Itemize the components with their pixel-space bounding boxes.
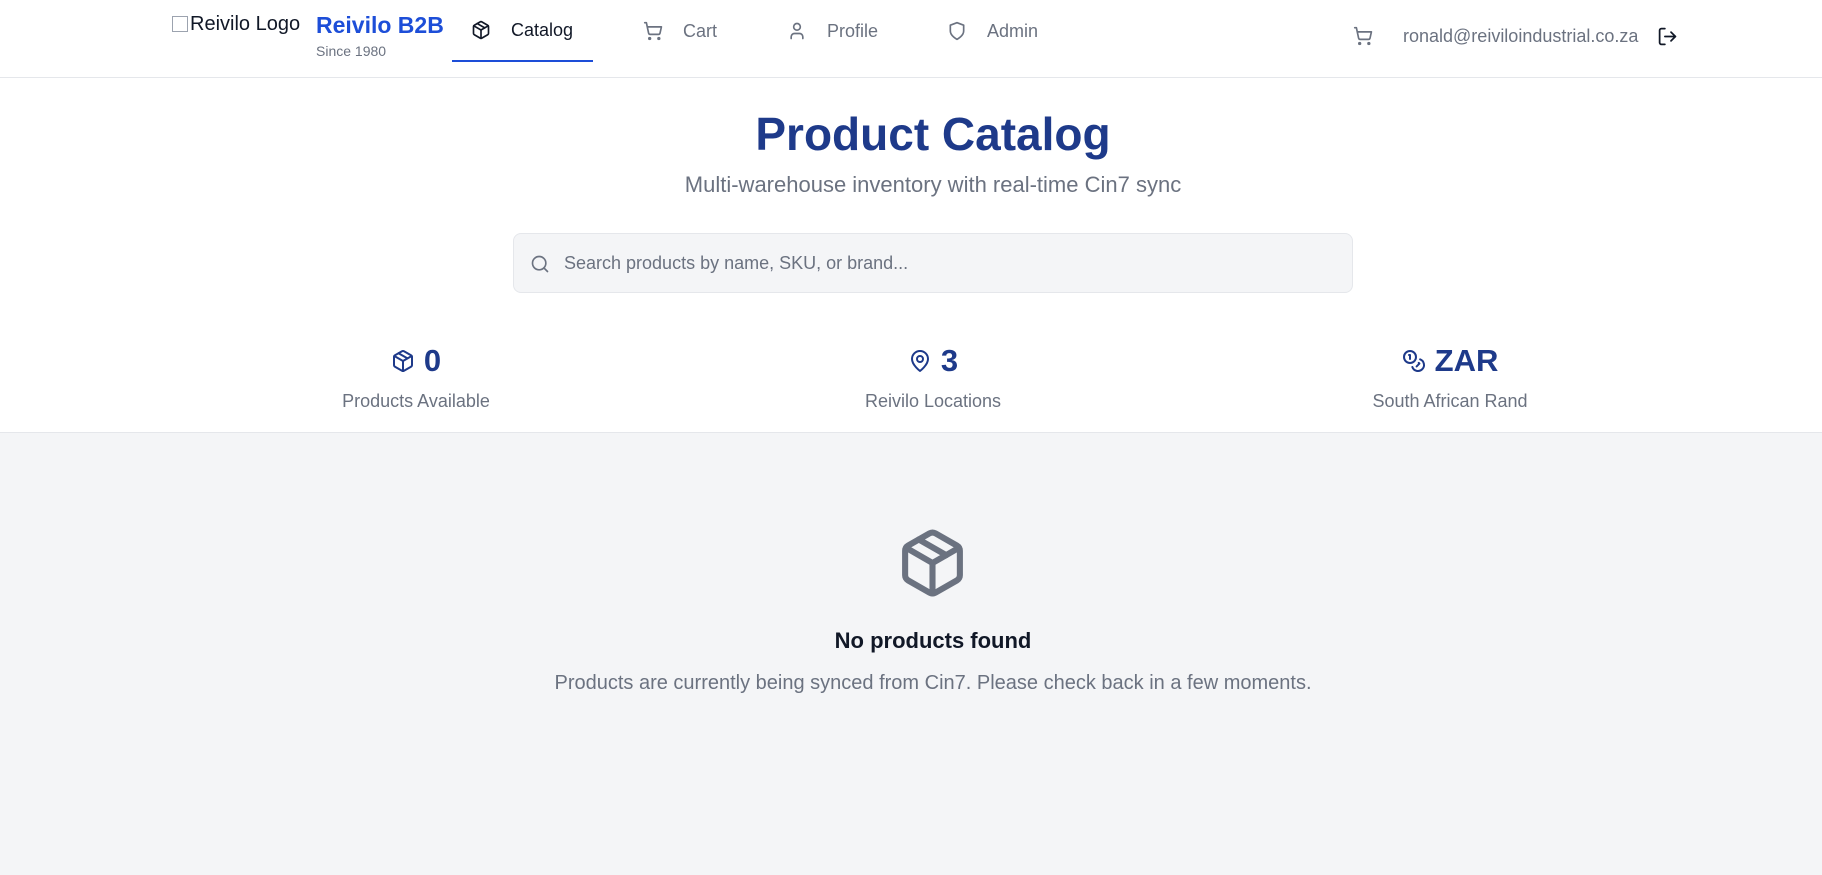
- brand-tagline: Since 1980: [316, 43, 387, 59]
- user-email: ronald@reiviloindustrial.co.za: [1403, 26, 1639, 46]
- search-box: [513, 233, 1353, 293]
- nav-admin[interactable]: Admin: [947, 0, 1038, 62]
- nav-catalog-label: Catalog: [511, 19, 574, 40]
- stat-label: South African Rand: [1372, 391, 1528, 411]
- stat-currency: ZAR South African Rand: [1250, 341, 1650, 412]
- nav-catalog[interactable]: Catalog: [452, 0, 593, 62]
- nav-profile[interactable]: Profile: [787, 0, 878, 62]
- page-subtitle: Multi-warehouse inventory with real-time…: [684, 172, 1182, 197]
- logo-image[interactable]: Reivilo Logo: [172, 13, 300, 36]
- stat-value: ZAR: [1434, 343, 1499, 378]
- stat-label: Reivilo Locations: [864, 391, 1002, 411]
- stat-value: 0: [423, 343, 442, 378]
- logout-icon[interactable]: [1657, 26, 1678, 47]
- top-nav-bar: Reivilo Logo Reivilo B2B Since 1980 Cata…: [0, 0, 1822, 78]
- page-title: Product Catalog: [755, 108, 1111, 160]
- map-pin-icon: [910, 350, 929, 372]
- package-icon: [392, 350, 413, 372]
- stat-label: Products Available: [342, 391, 490, 411]
- user-icon: [790, 22, 804, 40]
- empty-state-message: Products are currently being synced from…: [554, 672, 1312, 694]
- catalog-hero: Product Catalog Multi-warehouse inventor…: [0, 78, 1822, 433]
- stat-products-available: 0 Products Available: [216, 341, 616, 412]
- stat-value: 3: [940, 343, 959, 378]
- search-icon: [531, 255, 549, 273]
- brand-name[interactable]: Reivilo B2B: [316, 12, 444, 39]
- broken-image-icon: [172, 16, 188, 32]
- shield-icon: [949, 21, 965, 41]
- header-cart-icon[interactable]: [1353, 26, 1373, 46]
- stat-locations: 3 Reivilo Locations: [733, 341, 1133, 412]
- cart-icon: [643, 21, 663, 41]
- empty-state-title: No products found: [834, 628, 1032, 653]
- package-icon: [472, 20, 490, 40]
- empty-package-icon: [902, 529, 963, 597]
- coins-icon: [1402, 350, 1425, 372]
- nav-admin-label: Admin: [987, 20, 1039, 41]
- nav-profile-label: Profile: [827, 20, 879, 41]
- nav-cart[interactable]: Cart: [643, 0, 717, 62]
- nav-cart-label: Cart: [683, 20, 718, 41]
- logo-alt-text: Reivilo Logo: [190, 13, 301, 35]
- search-input[interactable]: [564, 234, 1334, 292]
